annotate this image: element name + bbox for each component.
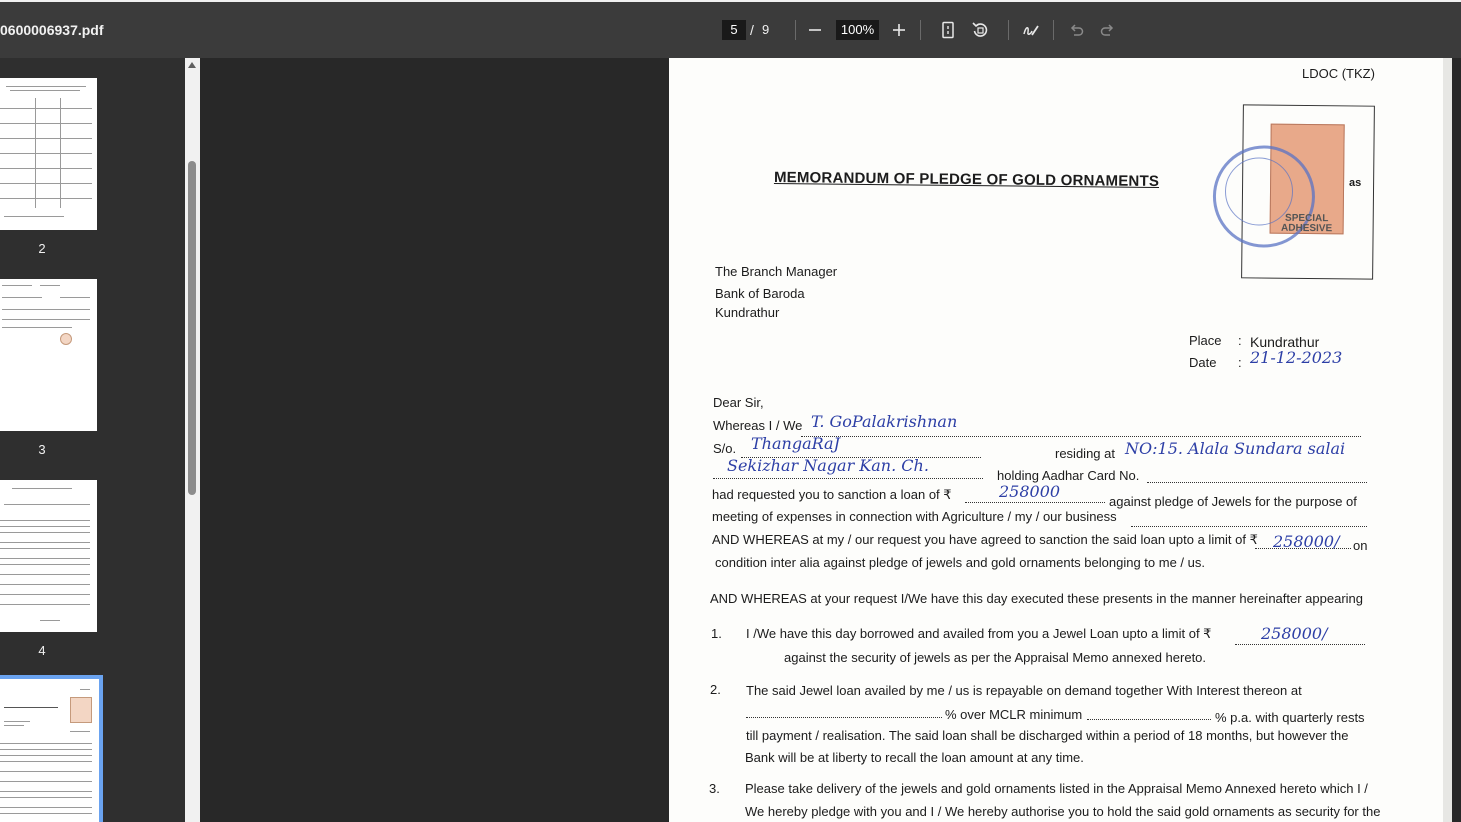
- draw-button[interactable]: [1018, 16, 1044, 44]
- revenue-stamp: SPECIAL ADHESIVE: [1212, 104, 1375, 280]
- toolbar-divider: [1008, 20, 1009, 40]
- addressee-line-2: Bank of Baroda: [715, 286, 805, 301]
- date-colon: :: [1238, 355, 1242, 370]
- whereas-prefix: Whereas I / We: [713, 418, 803, 433]
- fill-line: [965, 502, 1105, 503]
- place-label: Place: [1189, 333, 1222, 348]
- fill-line: [1087, 719, 1211, 720]
- sidebar-scrollbar[interactable]: [185, 58, 200, 822]
- date-label: Date: [1189, 355, 1217, 370]
- clause-2-line-1: The said Jewel loan availed by me / us i…: [746, 683, 1302, 698]
- clause-3-number: 3.: [709, 781, 720, 796]
- fill-line: [713, 478, 983, 479]
- fill-line: [1131, 526, 1367, 527]
- document-reference: LDOC (TKZ): [1302, 66, 1375, 81]
- draw-icon: [1023, 25, 1039, 36]
- residing-label: residing at: [1055, 446, 1115, 461]
- clause-2-line-2a: % over MCLR minimum: [945, 707, 1083, 722]
- and-whereas-1: AND WHEREAS at my / our request you have…: [712, 532, 1258, 547]
- requested-prefix: had requested you to sanction a loan of …: [712, 487, 952, 502]
- addressee-line-1: The Branch Manager: [715, 264, 838, 279]
- rotate-icon: [972, 22, 988, 37]
- fill-line: [746, 717, 942, 718]
- scroll-up-arrow-icon[interactable]: [188, 62, 196, 68]
- loan-amount: 258000: [999, 482, 1061, 501]
- thumbnail-label: 3: [38, 442, 46, 457]
- on-text: on: [1353, 538, 1368, 553]
- fit-page-icon: [942, 21, 954, 39]
- thumbnail-page-3[interactable]: [0, 279, 97, 431]
- and-whereas-2: AND WHEREAS at your request I/We have th…: [710, 591, 1363, 606]
- date-value: 21-12-2023: [1250, 348, 1343, 367]
- page-total: 9: [762, 22, 770, 37]
- loan-limit: 258000/: [1273, 532, 1340, 551]
- redo-icon: [1100, 24, 1114, 36]
- fill-line: [1235, 644, 1365, 645]
- sidebar-scroll-thumb[interactable]: [188, 161, 196, 495]
- clause-1-line-1: I /We have this day borrowed and availed…: [746, 626, 1212, 641]
- thumbnail-label: 4: [38, 643, 46, 658]
- zoom-in-icon: [893, 24, 905, 36]
- thumbnail-page-2[interactable]: [0, 78, 97, 230]
- address-line-1: NO:15. Alala Sundara salai: [1125, 439, 1346, 458]
- zoom-out-button[interactable]: [802, 16, 828, 44]
- son-of-prefix: S/o.: [713, 441, 737, 456]
- stamp-text: SPECIAL ADHESIVE: [1280, 212, 1333, 235]
- fit-page-button[interactable]: [935, 16, 961, 44]
- clause-1-number: 1.: [711, 626, 722, 641]
- addressee-line-3: Kundrathur: [715, 305, 780, 320]
- undo-button[interactable]: [1063, 16, 1089, 44]
- clause-2-number: 2.: [710, 682, 721, 697]
- document-viewer: LDOC (TKZ) MEMORANDUM OF PLEDGE OF GOLD …: [200, 58, 1461, 822]
- fill-line: [801, 436, 1361, 437]
- page-separator: /: [750, 22, 754, 38]
- page-edge-shadow: [1443, 58, 1452, 822]
- father-name: ThangaRaJ: [751, 434, 840, 453]
- rotate-button[interactable]: [967, 16, 993, 44]
- thumbnail-label: 2: [38, 241, 46, 256]
- clause-2-line-2b: % p.a. with quarterly rests: [1215, 710, 1365, 725]
- clause-2-line-3: till payment / realisation. The said loa…: [746, 728, 1349, 743]
- pdf-toolbar: 0600006937.pdf 5 / 9 100%: [0, 2, 1461, 58]
- undo-icon: [1070, 24, 1084, 36]
- page-number-input[interactable]: 5: [722, 20, 746, 40]
- clause-1-amount: 258000/: [1261, 624, 1328, 643]
- zoom-out-icon: [809, 29, 821, 31]
- zoom-level-input[interactable]: 100%: [836, 20, 879, 40]
- address-line-2: Sekizhar Nagar Kan. Ch.: [727, 456, 929, 475]
- place-colon: :: [1238, 333, 1242, 348]
- borrower-name: T. GoPalakrishnan: [811, 412, 958, 431]
- clause-3-line-1: Please take delivery of the jewels and g…: [745, 781, 1368, 796]
- thumbnail-page-5-selected[interactable]: [0, 675, 103, 822]
- salutation: Dear Sir,: [713, 395, 764, 410]
- document-title: MEMORANDUM OF PLEDGE OF GOLD ORNAMENTS: [773, 168, 1160, 191]
- toolbar-divider: [1053, 20, 1054, 40]
- against-text: against pledge of Jewels for the purpose…: [1109, 494, 1357, 509]
- pdf-page: LDOC (TKZ) MEMORANDUM OF PLEDGE OF GOLD …: [669, 58, 1452, 822]
- meeting-text: meeting of expenses in connection with A…: [712, 509, 1117, 524]
- file-name: 0600006937.pdf: [0, 22, 104, 38]
- zoom-in-button[interactable]: [886, 16, 912, 44]
- toolbar-divider: [920, 20, 921, 40]
- fill-line: [1147, 482, 1367, 483]
- clause-3-line-2: We hereby pledge with you and I / We her…: [745, 804, 1381, 819]
- condition-text: condition inter alia against pledge of j…: [715, 555, 1205, 570]
- stamp-as-text: as: [1349, 177, 1362, 189]
- aadhar-label: holding Aadhar Card No.: [997, 468, 1140, 483]
- redo-button[interactable]: [1095, 16, 1121, 44]
- clause-2-line-4: Bank will be at liberty to recall the lo…: [745, 750, 1084, 765]
- thumbnail-sidebar: 2 3 4: [0, 58, 185, 822]
- thumbnail-page-4[interactable]: [0, 480, 97, 632]
- toolbar-divider: [795, 20, 796, 40]
- clause-1-line-2: against the security of jewels as per th…: [784, 650, 1207, 665]
